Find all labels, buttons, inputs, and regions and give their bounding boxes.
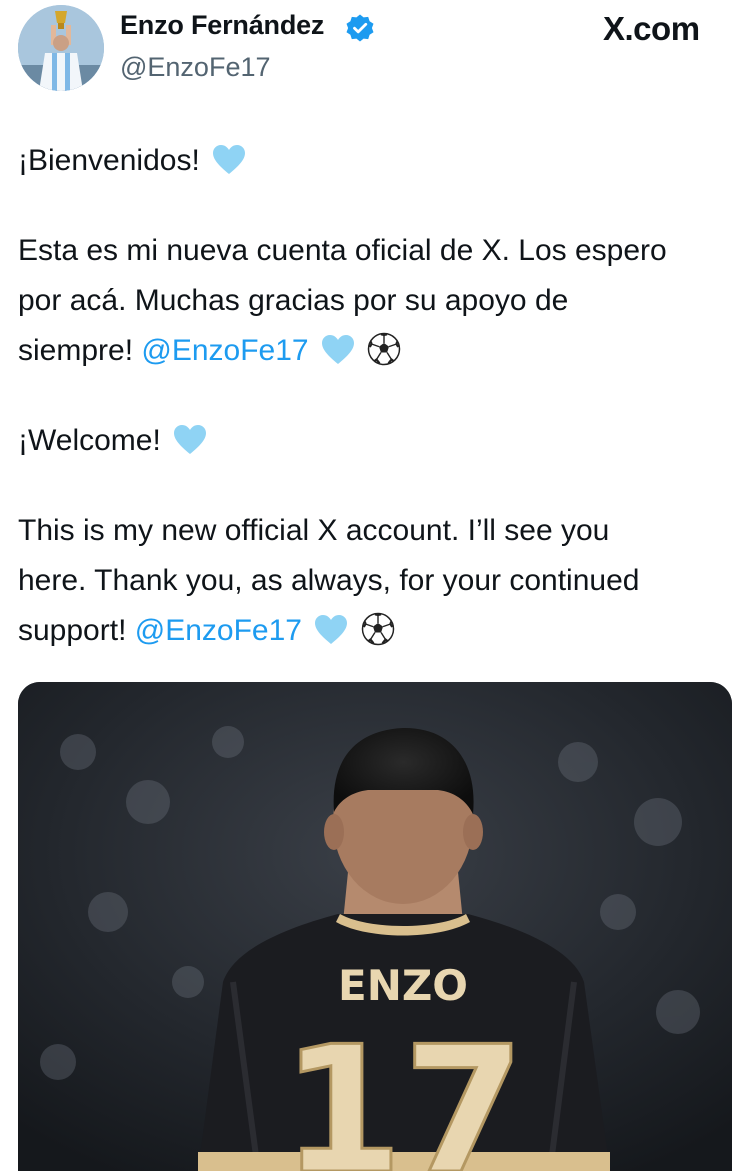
verified-badge-icon xyxy=(345,13,375,43)
light-blue-heart-icon xyxy=(321,334,355,366)
light-blue-heart-icon xyxy=(173,424,207,456)
tweet-line: ¡Bienvenidos! xyxy=(18,136,738,186)
tweet-line: siempre! @EnzoFe17 xyxy=(18,326,738,376)
spanish-greeting: ¡Bienvenidos! xyxy=(18,144,200,177)
mention-link[interactable]: @EnzoFe17 xyxy=(141,334,308,367)
shirt-name: ENZO xyxy=(338,961,468,1010)
shirt-number: 17 xyxy=(281,1010,525,1171)
user-handle[interactable]: @EnzoFe17 xyxy=(120,52,271,83)
mention-link[interactable]: @EnzoFe17 xyxy=(135,614,302,647)
soccer-ball-icon xyxy=(361,612,395,646)
tweet-text-segment: siempre! xyxy=(18,334,134,367)
tweet-line: support! @EnzoFe17 xyxy=(18,606,738,656)
light-blue-heart-icon xyxy=(314,614,348,646)
display-name[interactable]: Enzo Fernández xyxy=(120,10,324,41)
tweet-line: por acá. Muchas gracias por su apoyo de xyxy=(18,284,569,317)
tweet-text: ¡Bienvenidos! Esta es mi nueva cuenta of… xyxy=(18,136,738,656)
site-watermark: X.com xyxy=(603,10,700,47)
tweet-line: This is my new official X account. I’ll … xyxy=(18,514,610,547)
tweet-line: Esta es mi nueva cuenta oficial de X. Lo… xyxy=(18,234,667,267)
avatar[interactable] xyxy=(18,5,104,91)
english-greeting: ¡Welcome! xyxy=(18,424,161,457)
soccer-ball-icon xyxy=(367,332,401,366)
tweet-media-photo[interactable]: ENZO 17 xyxy=(18,682,732,1171)
tweet-header: Enzo Fernández @EnzoFe17 X.com xyxy=(0,0,750,100)
tweet-text-segment: support! xyxy=(18,614,127,647)
tweet-line: ¡Welcome! xyxy=(18,416,738,466)
light-blue-heart-icon xyxy=(212,144,246,176)
player-photo: ENZO 17 xyxy=(18,682,732,1171)
tweet-line: here. Thank you, as always, for your con… xyxy=(18,564,640,597)
